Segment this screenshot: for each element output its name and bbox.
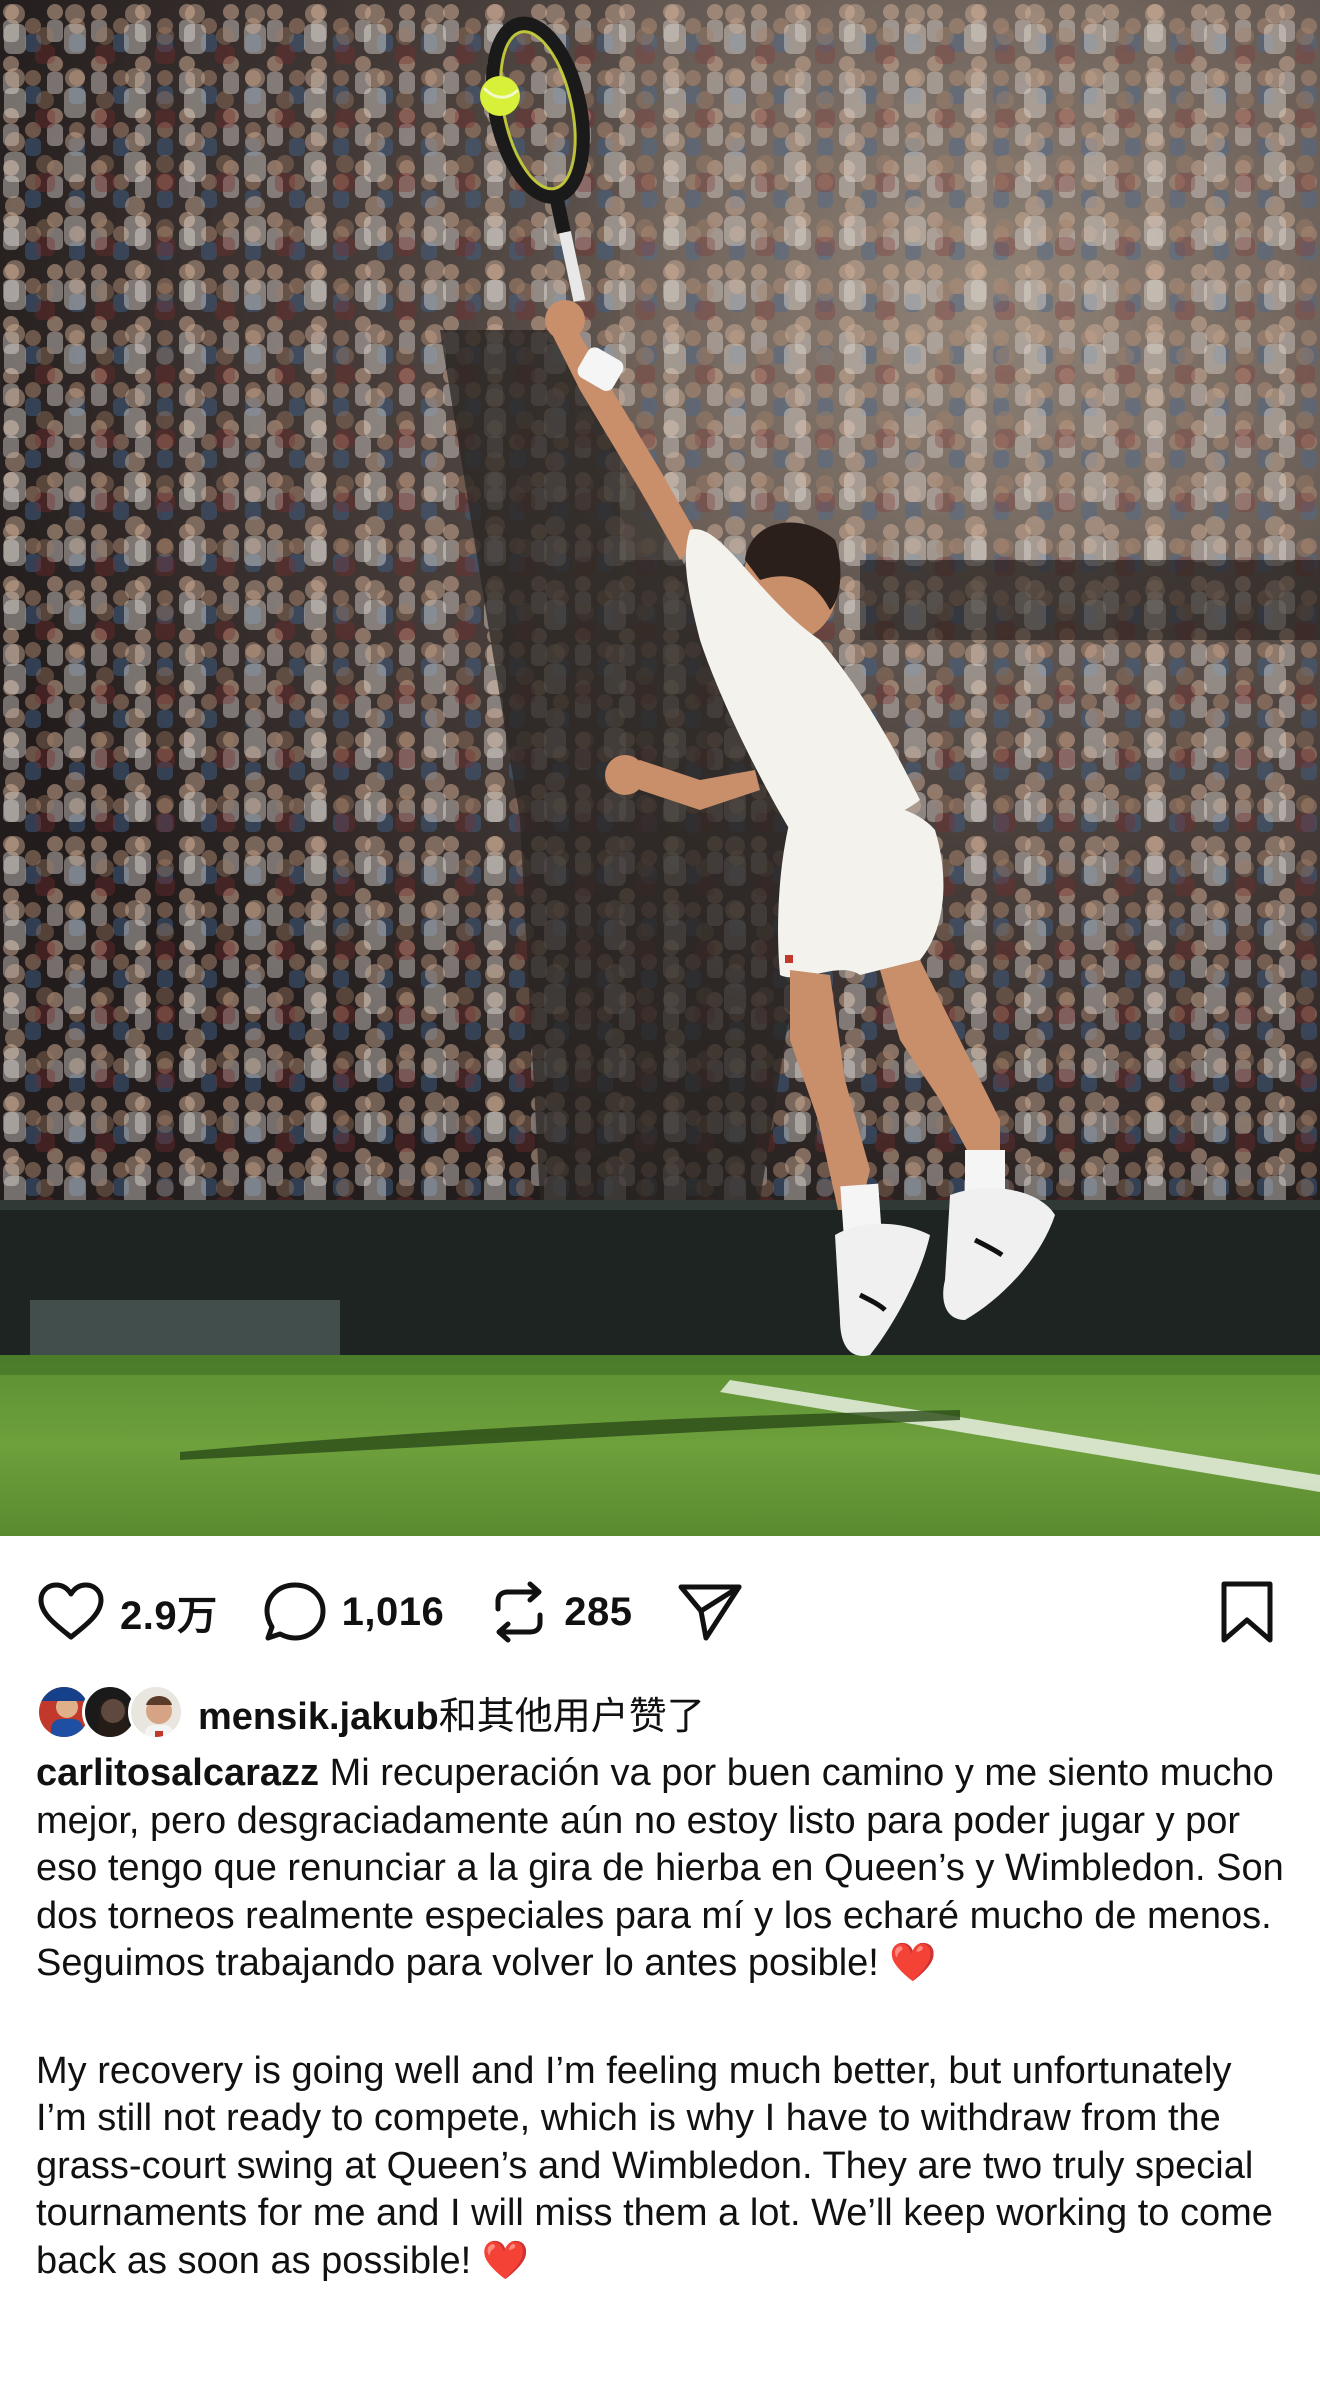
like-button[interactable]: 2.9万 — [36, 1581, 218, 1643]
liker-username[interactable]: mensik.jakub — [198, 1696, 439, 1738]
post-photo[interactable] — [0, 0, 1320, 1536]
caption-english-paragraph: My recovery is going well and I’m feelin… — [36, 2048, 1286, 2286]
liker-avatars — [36, 1682, 188, 1742]
send-paper-plane-icon — [678, 1584, 742, 1641]
liked-by-suffix: 和其他用户赞了 — [438, 1695, 705, 1738]
post-action-bar: 2.9万 1,016 285 — [36, 1576, 1286, 1648]
bookmark-icon — [1221, 1581, 1273, 1643]
avatar — [128, 1684, 184, 1740]
repost-count: 285 — [564, 1589, 633, 1634]
author-username[interactable]: carlitosalcarazz — [36, 1752, 319, 1794]
like-count: 2.9万 — [120, 1594, 218, 1638]
save-bookmark-button[interactable] — [1218, 1580, 1276, 1649]
comment-bubble-icon — [264, 1582, 326, 1641]
post-caption: carlitosalcarazz Mi recuperación va por … — [36, 1750, 1286, 2285]
caption-english-text: My recovery is going well and I’m feelin… — [36, 2049, 1273, 2282]
repost-button[interactable]: 285 — [488, 1579, 632, 1645]
liked-by-text: mensik.jakub和其他用户赞了 — [198, 1685, 705, 1740]
comment-count: 1,016 — [341, 1589, 445, 1634]
share-button[interactable] — [676, 1580, 744, 1644]
caption-spanish-paragraph: carlitosalcarazz Mi recuperación va por … — [36, 1750, 1286, 1988]
red-heart-emoji: ❤️ — [889, 1942, 937, 1984]
heart-icon — [38, 1582, 104, 1640]
liked-by-row[interactable]: mensik.jakub和其他用户赞了 — [36, 1680, 705, 1744]
comment-button[interactable]: 1,016 — [262, 1580, 445, 1644]
repost-icon — [495, 1581, 543, 1643]
red-heart-emoji: ❤️ — [481, 2239, 530, 2282]
tennis-player-photo — [0, 0, 1320, 1536]
